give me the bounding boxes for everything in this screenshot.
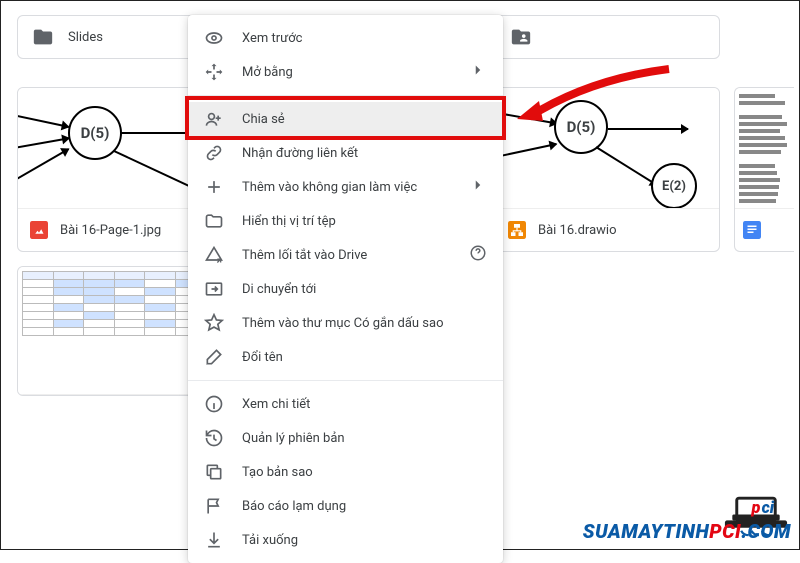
file-label: Bài 16-Page-1.jpg — [60, 223, 161, 238]
download-icon — [204, 530, 224, 550]
plus-icon — [204, 177, 224, 197]
menu-label: Thêm lối tắt vào Drive — [242, 248, 451, 263]
menu-label: Thêm vào thư mục Có gắn dấu sao — [242, 316, 487, 331]
menu-add-workspace[interactable]: Thêm vào không gian làm việc — [188, 170, 503, 204]
menu-label: Mở bằng — [242, 65, 451, 80]
menu-versions[interactable]: Quản lý phiên bản — [188, 421, 503, 455]
share-icon — [204, 109, 224, 129]
folder-label: Slides — [68, 30, 103, 45]
open-with-icon — [204, 62, 224, 82]
copy-icon — [204, 462, 224, 482]
folder-shared-icon — [510, 26, 532, 48]
menu-preview[interactable]: Xem trước — [188, 21, 503, 55]
info-icon — [204, 394, 224, 414]
drawio-icon — [508, 221, 526, 239]
menu-separator — [188, 380, 503, 381]
menu-label: Tải xuống — [242, 533, 487, 548]
menu-label: Tạo bản sao — [242, 465, 487, 480]
chevron-right-icon — [469, 176, 487, 198]
menu-label: Thêm vào không gian làm việc — [242, 180, 451, 195]
drive-shortcut-icon — [204, 245, 224, 265]
file-thumbnail — [735, 88, 794, 209]
image-icon — [30, 221, 48, 239]
menu-label: Xem trước — [242, 31, 487, 46]
menu-label: Nhận đường liên kết — [242, 146, 487, 161]
flag-icon — [204, 496, 224, 516]
menu-report[interactable]: Báo cáo lạm dụng — [188, 489, 503, 523]
file-label: Bài 16.drawio — [538, 223, 617, 238]
menu-get-link[interactable]: Nhận đường liên kết — [188, 136, 503, 170]
menu-download[interactable]: Tải xuống — [188, 523, 503, 557]
menu-share[interactable]: Chia sẻ — [188, 102, 503, 136]
menu-rename[interactable]: Đổi tên — [188, 340, 503, 374]
history-icon — [204, 428, 224, 448]
chevron-right-icon — [469, 61, 487, 83]
doc-icon — [743, 221, 761, 239]
rename-icon — [204, 347, 224, 367]
menu-separator — [188, 95, 503, 96]
menu-copy[interactable]: Tạo bản sao — [188, 455, 503, 489]
folder-outline-icon — [204, 211, 224, 231]
menu-open-with[interactable]: Mở bằng — [188, 55, 503, 89]
move-icon — [204, 279, 224, 299]
file-thumbnail: D(5) E(2) — [496, 88, 719, 209]
link-icon — [204, 143, 224, 163]
folder-shared[interactable] — [495, 15, 720, 59]
menu-label: Di chuyển tới — [242, 282, 487, 297]
svg-text:p: p — [751, 498, 761, 517]
menu-add-star[interactable]: Thêm vào thư mục Có gắn dấu sao — [188, 306, 503, 340]
menu-add-shortcut[interactable]: Thêm lối tắt vào Drive — [188, 238, 503, 272]
menu-label: Đổi tên — [242, 350, 487, 365]
help-icon[interactable] — [469, 244, 487, 266]
menu-label: Báo cáo lạm dụng — [242, 499, 487, 514]
menu-move-to[interactable]: Di chuyển tới — [188, 272, 503, 306]
menu-show-location[interactable]: Hiển thị vị trí tệp — [188, 204, 503, 238]
watermark-text: SUAMAYTINHPCI.COM — [583, 520, 791, 543]
file-card-drawio[interactable]: D(5) E(2) Bài 16.drawio — [495, 87, 720, 252]
menu-label: Hiển thị vị trí tệp — [242, 214, 487, 229]
menu-details[interactable]: Xem chi tiết — [188, 387, 503, 421]
menu-label: Quản lý phiên bản — [242, 431, 487, 446]
folder-icon — [32, 26, 54, 48]
star-icon — [204, 313, 224, 333]
menu-label: Chia sẻ — [242, 112, 487, 127]
context-menu: Xem trước Mở bằng Chia sẻ Nhận đường liê… — [188, 15, 503, 563]
svg-text:ci: ci — [762, 498, 775, 517]
file-card-doc[interactable] — [734, 87, 794, 252]
menu-label: Xem chi tiết — [242, 397, 487, 412]
preview-icon — [204, 28, 224, 48]
